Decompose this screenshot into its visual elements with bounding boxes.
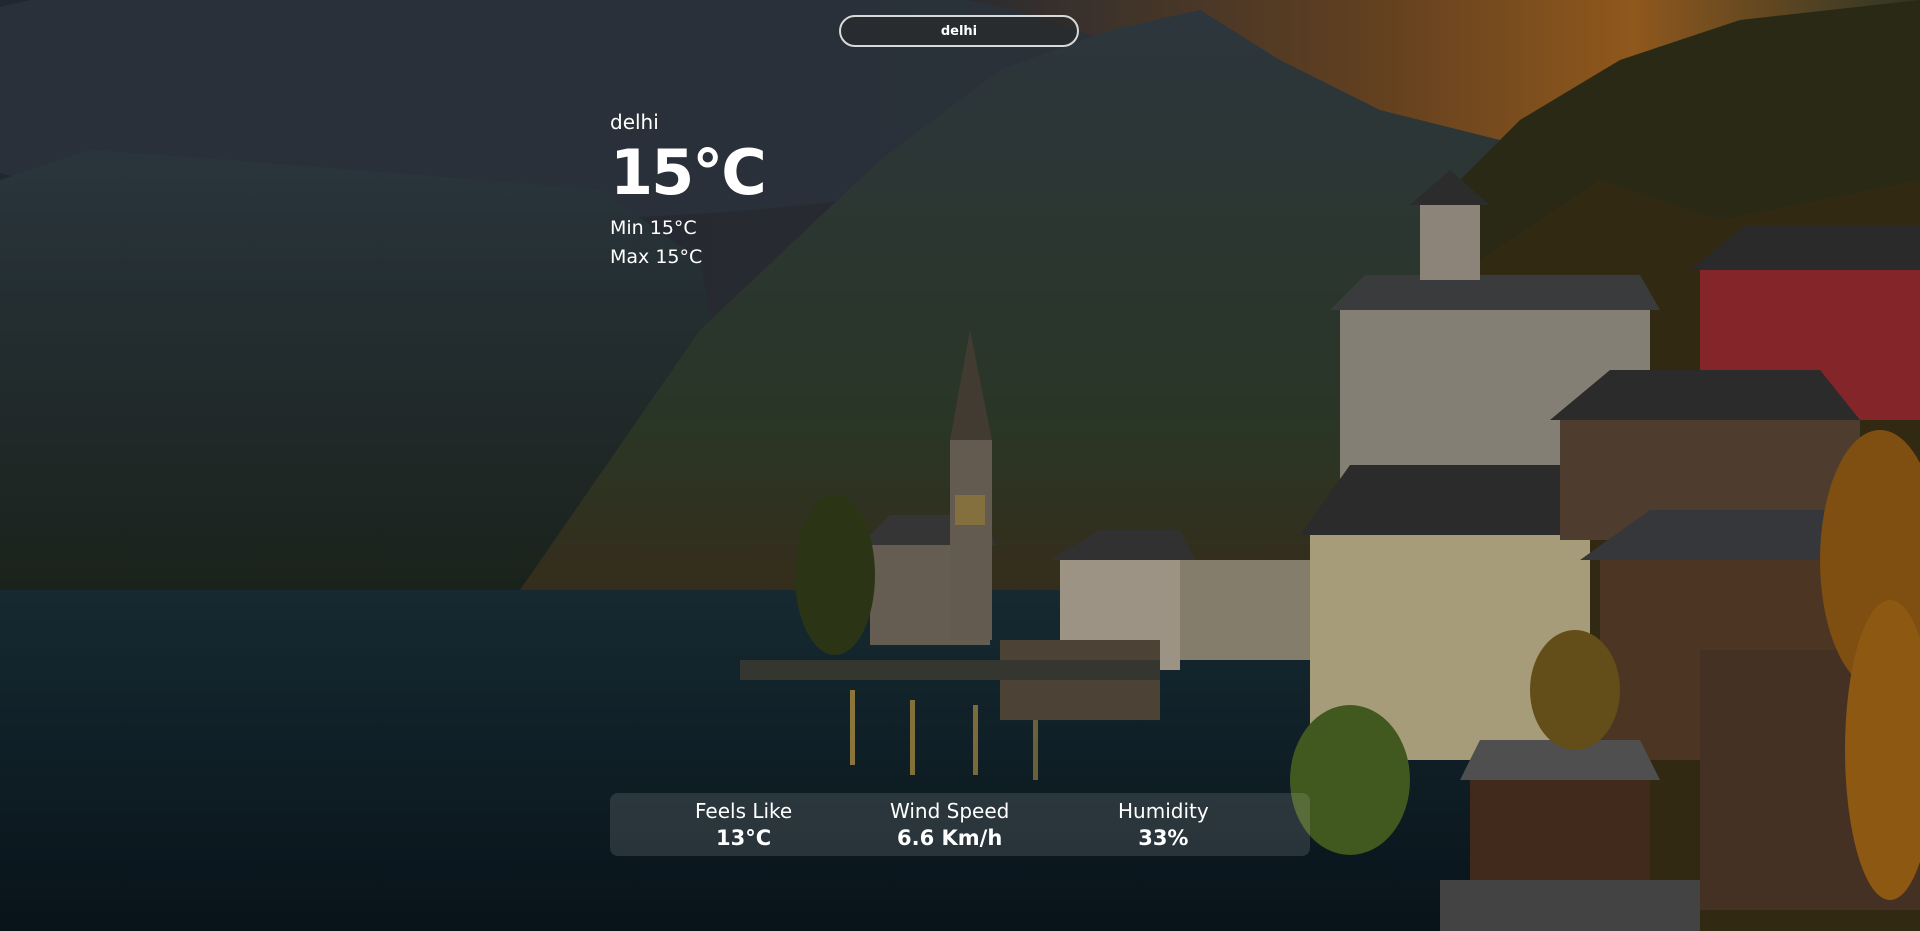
humidity-value: 33% — [1138, 826, 1189, 850]
search-field[interactable] — [839, 15, 1079, 47]
min-max: Min 15°C Max 15°C — [610, 214, 765, 272]
current-weather: delhi 15°C Min 15°C Max 15°C — [610, 110, 767, 272]
search-input[interactable] — [841, 16, 1077, 46]
feels-like-metric: Feels Like 13°C — [695, 797, 792, 851]
wind-speed-value: 6.6 Km/h — [897, 826, 1003, 850]
weather-details-panel: Feels Like 13°C Wind Speed 6.6 Km/h Humi… — [610, 793, 1310, 856]
humidity-label: Humidity — [1118, 799, 1209, 823]
min-temperature: Min 15°C — [610, 217, 697, 239]
temperature: 15°C — [610, 136, 767, 209]
wind-speed-metric: Wind Speed 6.6 Km/h — [890, 797, 1009, 851]
dark-overlay — [0, 0, 1920, 931]
city-name: delhi — [610, 110, 659, 134]
feels-like-value: 13°C — [716, 826, 772, 850]
max-temperature: Max 15°C — [610, 246, 703, 268]
humidity-metric: Humidity 33% — [1118, 797, 1209, 851]
wind-speed-label: Wind Speed — [890, 799, 1010, 823]
feels-like-label: Feels Like — [695, 799, 793, 823]
